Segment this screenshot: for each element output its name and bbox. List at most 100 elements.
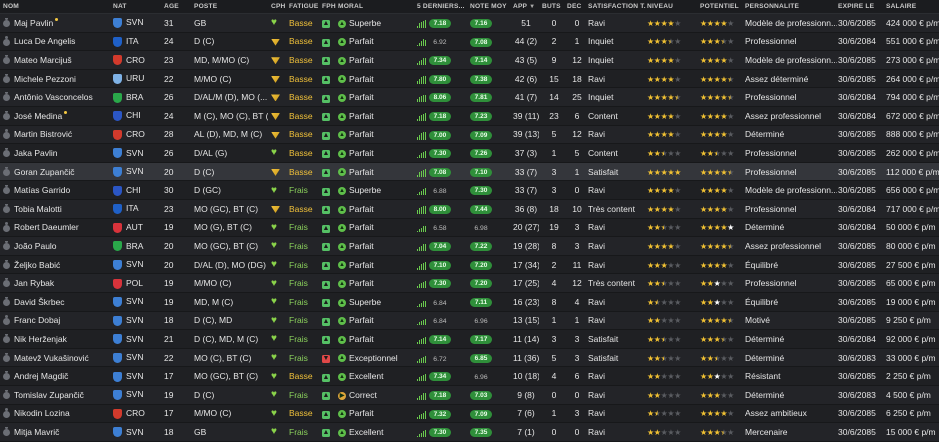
table-row[interactable]: Goran Zupančič SVN 20 D (C) Basse ▲ ▲ Parfait 7.… bbox=[0, 162, 939, 182]
fatigue: Frais bbox=[289, 352, 308, 363]
player-name-cell[interactable]: Andrej Magdič bbox=[3, 371, 111, 381]
table-row[interactable]: Nik Herženjak SVN 21 D (C), MD, M (C) ♥ Frais… bbox=[0, 330, 939, 349]
player-name[interactable]: Maj Pavlin bbox=[14, 18, 53, 28]
player-name-cell[interactable]: Matevž Vukašinović bbox=[3, 352, 111, 363]
player-name[interactable]: Nik Herženjak bbox=[14, 334, 67, 344]
table-row[interactable]: Martin Bistrović CRO 28 AL (D), MD, M (C) Ba… bbox=[0, 125, 939, 145]
player-name-cell[interactable]: Nikodin Lozina bbox=[3, 408, 111, 418]
table-row[interactable]: David Škrbec SVN 19 MD, M (C) ♥ Frais ▲ ▲ Superb… bbox=[0, 293, 939, 312]
player-name-cell[interactable]: Mateo Marcijuš bbox=[3, 54, 111, 65]
table-row[interactable]: Andrej Magdič SVN 17 MO (GC), BT (C) ♥ Basse ▲… bbox=[0, 367, 939, 386]
table-row[interactable]: Franc Dobaj SVN 18 D (C), MD ♥ Frais ▲ ▲ Parfait… bbox=[0, 311, 939, 331]
header-niveau[interactable]: NIVEAU bbox=[647, 3, 699, 10]
table-row[interactable]: Michele Pezzoni URU 22 M/MO (C) Basse ▲ ▲ Parfa… bbox=[0, 69, 939, 89]
player-name[interactable]: Željko Babić bbox=[14, 260, 60, 270]
table-row[interactable]: Nikodin Lozina CRO 17 M/MO (C) ♥ Basse ▲ ▲ Parfa… bbox=[0, 404, 939, 424]
player-name-cell[interactable]: Jaka Pavlin bbox=[3, 147, 111, 158]
header-note[interactable]: NOTE MOY bbox=[470, 3, 510, 10]
player-name[interactable]: Tobia Malotti bbox=[14, 204, 62, 214]
table-row[interactable]: Matevž Vukašinović SVN 22 MO (C), BT (C) ♥ Fr… bbox=[0, 348, 939, 368]
player-name-cell[interactable]: Željko Babić bbox=[3, 259, 111, 270]
table-row[interactable]: João Paulo BRA 20 MO (GC), BT (C) ♥ Frais ▲ ▲ Pa… bbox=[0, 237, 939, 256]
table-row[interactable]: Jan Rybak POL 19 M/MO (C) ♥ Frais ▲ ▲ Parfait 7.3… bbox=[0, 274, 939, 293]
player-name[interactable]: Luca De Angelis bbox=[14, 36, 75, 46]
header-personnalite[interactable]: PERSONNALITÉ bbox=[745, 3, 837, 10]
header-fatigue[interactable]: FATIGUE bbox=[289, 3, 321, 10]
player-name-cell[interactable]: Luca De Angelis bbox=[3, 36, 111, 46]
table-row[interactable]: Jaka Pavlin SVN 26 D/AL (G) ♥ Basse ▲ ▲ Parfait 7… bbox=[0, 144, 939, 163]
player-name-cell[interactable]: Maj Pavlin bbox=[3, 17, 111, 28]
header-potentiel[interactable]: POTENTIEL bbox=[700, 3, 744, 10]
player-name[interactable]: Franc Dobaj bbox=[14, 315, 60, 325]
player-name-cell[interactable]: Mitja Mavrič bbox=[3, 426, 111, 437]
table-row[interactable]: José Medina CHI 24 M (C), MO (C), BT (C) Bas… bbox=[0, 107, 939, 126]
player-name[interactable]: Antônio Vasconcelos bbox=[14, 92, 93, 102]
header-buts[interactable]: BUTS bbox=[542, 3, 566, 10]
form-bars bbox=[417, 94, 427, 103]
player-name-cell[interactable]: Tobia Malotti bbox=[3, 203, 111, 214]
player-name[interactable]: Nikodin Lozina bbox=[14, 408, 70, 418]
condition-cell: ♥ bbox=[271, 17, 289, 28]
match-fitness-cell: ▲ bbox=[322, 315, 338, 326]
player-icon bbox=[3, 17, 10, 28]
header-app[interactable]: APP ▼ bbox=[513, 3, 539, 10]
appearances: 11 (36) bbox=[513, 352, 539, 363]
table-row[interactable]: Tobia Malotti ITA 23 MO (GC), BT (C) Basse ▲ ▲… bbox=[0, 200, 939, 219]
player-name[interactable]: Tomislav Zupančič bbox=[14, 390, 84, 400]
star-icon: ★ bbox=[700, 93, 707, 103]
header-dec[interactable]: DÉC bbox=[567, 3, 587, 10]
header-fph[interactable]: FPH bbox=[322, 3, 338, 10]
header-derniers[interactable]: 5 DERNIERS... bbox=[417, 3, 469, 10]
player-name[interactable]: Martin Bistrović bbox=[14, 129, 72, 139]
header-nom[interactable]: NOM bbox=[3, 3, 111, 10]
player-name-cell[interactable]: Franc Dobaj bbox=[3, 315, 111, 325]
header-satisfaction[interactable]: SATISFACTION T... bbox=[588, 3, 646, 10]
player-name[interactable]: David Škrbec bbox=[14, 297, 65, 307]
table-row[interactable]: Antônio Vasconcelos BRA 26 D/AL/M (D), MO (… bbox=[0, 88, 939, 107]
player-name-cell[interactable]: Martin Bistrović bbox=[3, 129, 111, 139]
header-cph[interactable]: CPH bbox=[271, 3, 289, 10]
header-poste[interactable]: POSTE bbox=[194, 3, 268, 10]
header-nat[interactable]: NAT bbox=[113, 3, 161, 10]
player-name[interactable]: Matías Garrido bbox=[14, 185, 70, 195]
table-row[interactable]: Robert Daeumler AUT 19 MO (G), BT (C) ♥ Frais… bbox=[0, 218, 939, 238]
player-name[interactable]: Robert Daeumler bbox=[14, 222, 79, 232]
player-name-cell[interactable]: Michele Pezzoni bbox=[3, 73, 111, 84]
player-name-cell[interactable]: Robert Daeumler bbox=[3, 222, 111, 232]
player-name[interactable]: José Medina bbox=[14, 111, 62, 121]
header-expire[interactable]: EXPIRE LE bbox=[838, 3, 886, 10]
fatigue: Basse bbox=[289, 129, 313, 140]
player-name-cell[interactable]: Antônio Vasconcelos bbox=[3, 92, 111, 102]
table-row[interactable]: Tomislav Zupančič SVN 19 D (C) ♥ Frais ▲ ▶ Corre… bbox=[0, 386, 939, 405]
header-moral[interactable]: MORAL bbox=[338, 3, 416, 10]
player-name-cell[interactable]: José Medina bbox=[3, 110, 111, 121]
player-name[interactable]: Mateo Marcijuš bbox=[14, 55, 72, 65]
table-row[interactable]: Matías Garrido CHI 30 D (GC) ♥ Frais ▲ ▲ Superbe… bbox=[0, 181, 939, 200]
table-row[interactable]: Mitja Mavrič SVN 18 GB ♥ Frais ▲ ▲ Excellent 7.30… bbox=[0, 423, 939, 442]
position: D (C) bbox=[194, 166, 215, 177]
header-age[interactable]: ÂGE bbox=[164, 3, 192, 10]
table-row[interactable]: Luca De Angelis ITA 24 D (C) Basse ▲ ▲ Parfait 6… bbox=[0, 32, 939, 52]
average-rating-cell: 7.11 bbox=[470, 297, 510, 307]
potential-stars: ★★★★★ bbox=[700, 168, 734, 177]
player-name-cell[interactable]: Tomislav Zupančič bbox=[3, 389, 111, 400]
player-name[interactable]: Michele Pezzoni bbox=[14, 74, 76, 84]
player-name-cell[interactable]: Matías Garrido bbox=[3, 185, 111, 195]
player-name-cell[interactable]: David Škrbec bbox=[3, 296, 111, 307]
player-name[interactable]: João Paulo bbox=[14, 241, 57, 251]
player-name[interactable]: Mitja Mavrič bbox=[14, 427, 59, 437]
player-name-cell[interactable]: Nik Herženjak bbox=[3, 333, 111, 344]
player-name-cell[interactable]: Goran Zupančič bbox=[3, 166, 111, 177]
table-row[interactable]: Mateo Marcijuš CRO 23 MD, M/MO (C) Basse ▲ ▲ Pa… bbox=[0, 51, 939, 70]
table-row[interactable]: Maj Pavlin SVN 31 GB ♥ Basse ▲ ▲ Superbe 7.18 7.16… bbox=[0, 14, 939, 33]
condition-cell bbox=[271, 36, 289, 46]
player-name-cell[interactable]: João Paulo bbox=[3, 240, 111, 251]
header-salaire[interactable]: SALAIRE bbox=[886, 3, 939, 10]
player-name[interactable]: Matevž Vukašinović bbox=[14, 353, 89, 363]
player-name-cell[interactable]: Jan Rybak bbox=[3, 278, 111, 288]
table-row[interactable]: Željko Babić SVN 20 D/AL (D), MO (DG) ♥ Frais… bbox=[0, 255, 939, 275]
player-name[interactable]: Jan Rybak bbox=[14, 278, 54, 288]
player-name[interactable]: Andrej Magdič bbox=[14, 371, 68, 381]
player-name[interactable]: Goran Zupančič bbox=[14, 167, 74, 177]
player-name[interactable]: Jaka Pavlin bbox=[14, 148, 57, 158]
